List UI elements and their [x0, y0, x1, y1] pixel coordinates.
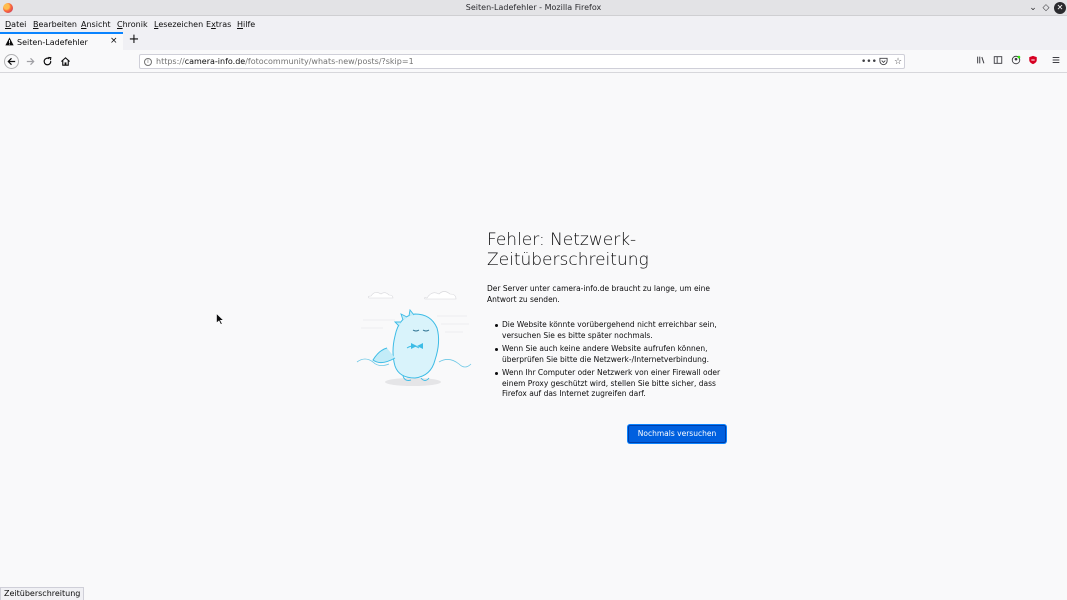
title-bar: Seiten-Ladefehler - Mozilla Firefox ⌄ ◇ …	[0, 0, 1067, 16]
reload-button[interactable]	[40, 54, 55, 69]
ublock-shield-icon[interactable]	[1027, 55, 1039, 67]
retry-button[interactable]: Nochmals versuchen	[628, 425, 726, 443]
page-actions-icon[interactable]: •••	[861, 57, 877, 67]
site-info-icon[interactable]: i	[144, 58, 152, 66]
window-title: Seiten-Ladefehler - Mozilla Firefox	[465, 3, 602, 12]
warning-icon	[5, 37, 14, 46]
menu-chronik[interactable]: Chronik	[117, 20, 148, 29]
tab-label: Seiten-Ladefehler	[17, 38, 88, 47]
error-page: Fehler: Netzwerk-Zeitüberschreitung Der …	[0, 74, 1067, 600]
menu-ansicht[interactable]: Ansicht	[81, 20, 111, 29]
menu-bar: Datei Bearbeiten Ansicht Chronik Lesezei…	[0, 16, 1067, 32]
mouse-cursor-icon	[216, 313, 224, 325]
reload-icon	[43, 56, 52, 66]
list-item: Die Website könnte vorübergehend nicht e…	[495, 320, 735, 341]
library-icon[interactable]	[975, 55, 987, 67]
error-description: Der Server unter camera-info.de braucht …	[487, 284, 711, 304]
list-item: Wenn Sie auch keine andere Website aufru…	[495, 344, 735, 365]
maximize-icon[interactable]: ◇	[1040, 2, 1052, 14]
back-arrow-icon	[7, 57, 16, 66]
error-suggestions-list: Die Website könnte vorübergehend nicht e…	[495, 320, 735, 403]
forward-arrow-icon	[26, 57, 35, 66]
status-panel: Zeitüberschreitung	[0, 587, 85, 600]
tab-close-icon[interactable]: ×	[110, 36, 118, 46]
home-button[interactable]	[58, 54, 73, 69]
tab-seiten-ladefehler[interactable]: Seiten-Ladefehler ×	[0, 32, 123, 50]
bookmark-star-icon[interactable]: ☆	[893, 57, 903, 67]
close-window-icon[interactable]: ✕	[1054, 2, 1066, 14]
sleeping-dinosaur-illustration	[356, 291, 472, 386]
new-tab-button[interactable]: +	[128, 32, 140, 48]
url-text[interactable]: https://camera-info.de/fotocommunity/wha…	[156, 57, 414, 66]
navigation-toolbar: i https://camera-info.de/fotocommunity/w…	[0, 50, 1067, 73]
menu-lesezeichen[interactable]: Lesezeichen	[154, 20, 203, 29]
hamburger-menu-icon[interactable]	[1050, 55, 1062, 67]
account-icon[interactable]	[1010, 55, 1022, 67]
home-icon	[61, 57, 70, 66]
forward-button[interactable]	[23, 54, 38, 69]
sidebar-icon[interactable]	[992, 55, 1004, 67]
pocket-icon[interactable]	[878, 57, 888, 67]
menu-bearbeiten[interactable]: Bearbeiten	[33, 20, 77, 29]
minimize-icon[interactable]: ⌄	[1027, 2, 1039, 14]
menu-hilfe[interactable]: Hilfe	[237, 20, 255, 29]
url-bar[interactable]: i https://camera-info.de/fotocommunity/w…	[139, 54, 905, 69]
error-title: Fehler: Netzwerk-Zeitüberschreitung	[487, 230, 649, 270]
tab-strip: Seiten-Ladefehler ×	[0, 32, 1067, 50]
menu-extras[interactable]: Extras	[206, 20, 231, 29]
back-button[interactable]	[4, 54, 19, 69]
list-item: Wenn Ihr Computer oder Netzwerk von eine…	[495, 368, 735, 400]
menu-datei[interactable]: Datei	[5, 20, 26, 29]
